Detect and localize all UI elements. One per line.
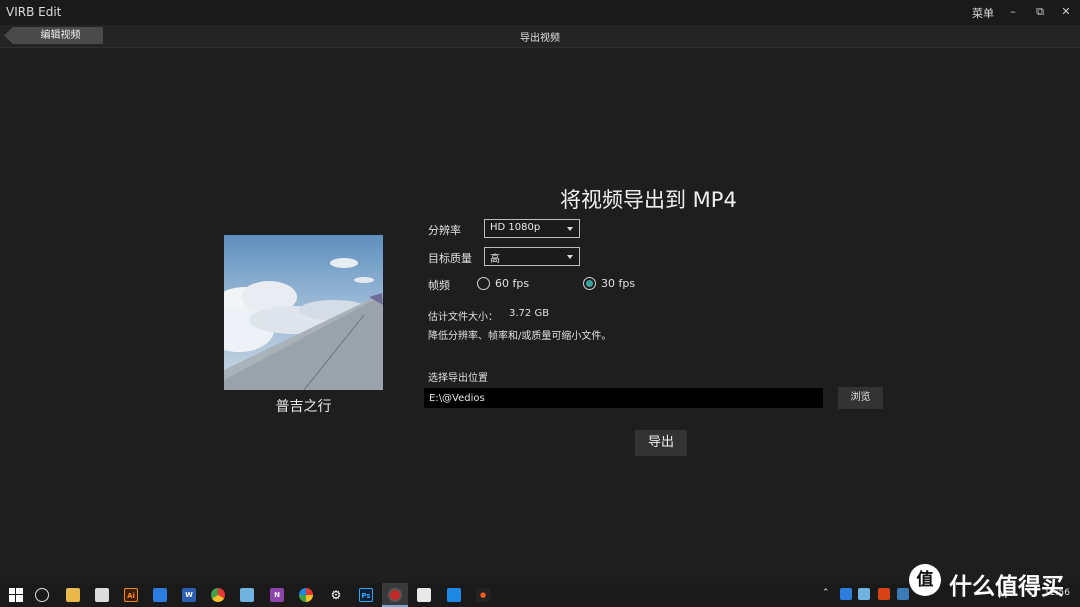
virb-icon[interactable]	[388, 588, 402, 602]
navigation-bar: 编辑视频 导出视频	[0, 25, 1080, 48]
resolution-select[interactable]: HD 1080p	[484, 219, 580, 238]
tray-app-icon[interactable]	[858, 588, 870, 600]
quality-value: 高	[490, 254, 500, 265]
video-name: 普吉之行	[275, 399, 332, 415]
chevron-down-icon	[567, 255, 573, 259]
size-hint: 降低分辨率、帧率和/或质量可缩小文件。	[428, 331, 612, 342]
cortana-icon[interactable]	[35, 588, 49, 602]
video-thumbnail	[224, 235, 383, 390]
title-bar: VIRB Edit 菜单 – ⧉ ✕	[0, 0, 1080, 25]
photoshop-icon[interactable]: Ps	[359, 588, 373, 602]
resolution-value: HD 1080p	[490, 222, 541, 233]
file-size-label: 估计文件大小：	[428, 312, 498, 323]
chevron-up-icon[interactable]: ⌃	[822, 588, 830, 598]
word-icon[interactable]: W	[182, 588, 196, 602]
media-icon[interactable]: ●	[476, 588, 490, 602]
app-title: VIRB Edit	[6, 5, 62, 19]
watermark-logo-icon: 值	[909, 564, 941, 596]
export-heading: 将视频导出到 MP4	[560, 188, 737, 212]
settings-icon[interactable]: ⚙	[329, 588, 343, 602]
quality-label: 目标质量	[428, 252, 472, 265]
fps-30-label[interactable]: 30 fps	[601, 277, 635, 290]
photos-icon[interactable]	[417, 588, 431, 602]
pinwheel-icon[interactable]	[299, 588, 313, 602]
resolution-label: 分辨率	[428, 224, 461, 237]
menu-button[interactable]: 菜单	[972, 5, 994, 21]
export-path-input[interactable]	[424, 388, 823, 408]
browse-button[interactable]: 浏览	[838, 387, 883, 409]
fps-60-radio[interactable]	[477, 277, 490, 290]
export-location-label: 选择导出位置	[428, 373, 488, 384]
chevron-down-icon	[567, 227, 573, 231]
framerate-label: 帧频	[428, 279, 450, 292]
quality-select[interactable]: 高	[484, 247, 580, 266]
page-title: 导出视频	[520, 33, 560, 44]
security-shield-icon[interactable]	[153, 588, 167, 602]
watermark-text: 什么值得买	[949, 574, 1064, 600]
onenote-icon[interactable]: N	[270, 588, 284, 602]
fps-30-radio[interactable]	[583, 277, 596, 290]
start-icon[interactable]	[9, 588, 23, 602]
chat-icon[interactable]	[95, 588, 109, 602]
close-icon[interactable]: ✕	[1056, 3, 1076, 21]
watermark: 值 什么值得买	[907, 564, 1077, 600]
file-explorer-icon[interactable]	[66, 588, 80, 602]
store-icon[interactable]	[447, 588, 461, 602]
tray-alert-icon[interactable]	[878, 588, 890, 600]
minimize-icon[interactable]: –	[1003, 3, 1023, 21]
fps-60-label[interactable]: 60 fps	[495, 277, 529, 290]
tray-shield-icon[interactable]	[840, 588, 852, 600]
chrome-icon[interactable]	[211, 588, 225, 602]
thumbnail-image	[224, 235, 383, 390]
export-button[interactable]: 导出	[635, 430, 687, 456]
illustrator-icon[interactable]: Ai	[124, 588, 138, 602]
restore-icon[interactable]: ⧉	[1030, 3, 1050, 21]
file-size-value: 3.72 GB	[509, 308, 550, 319]
notepad-icon[interactable]	[240, 588, 254, 602]
